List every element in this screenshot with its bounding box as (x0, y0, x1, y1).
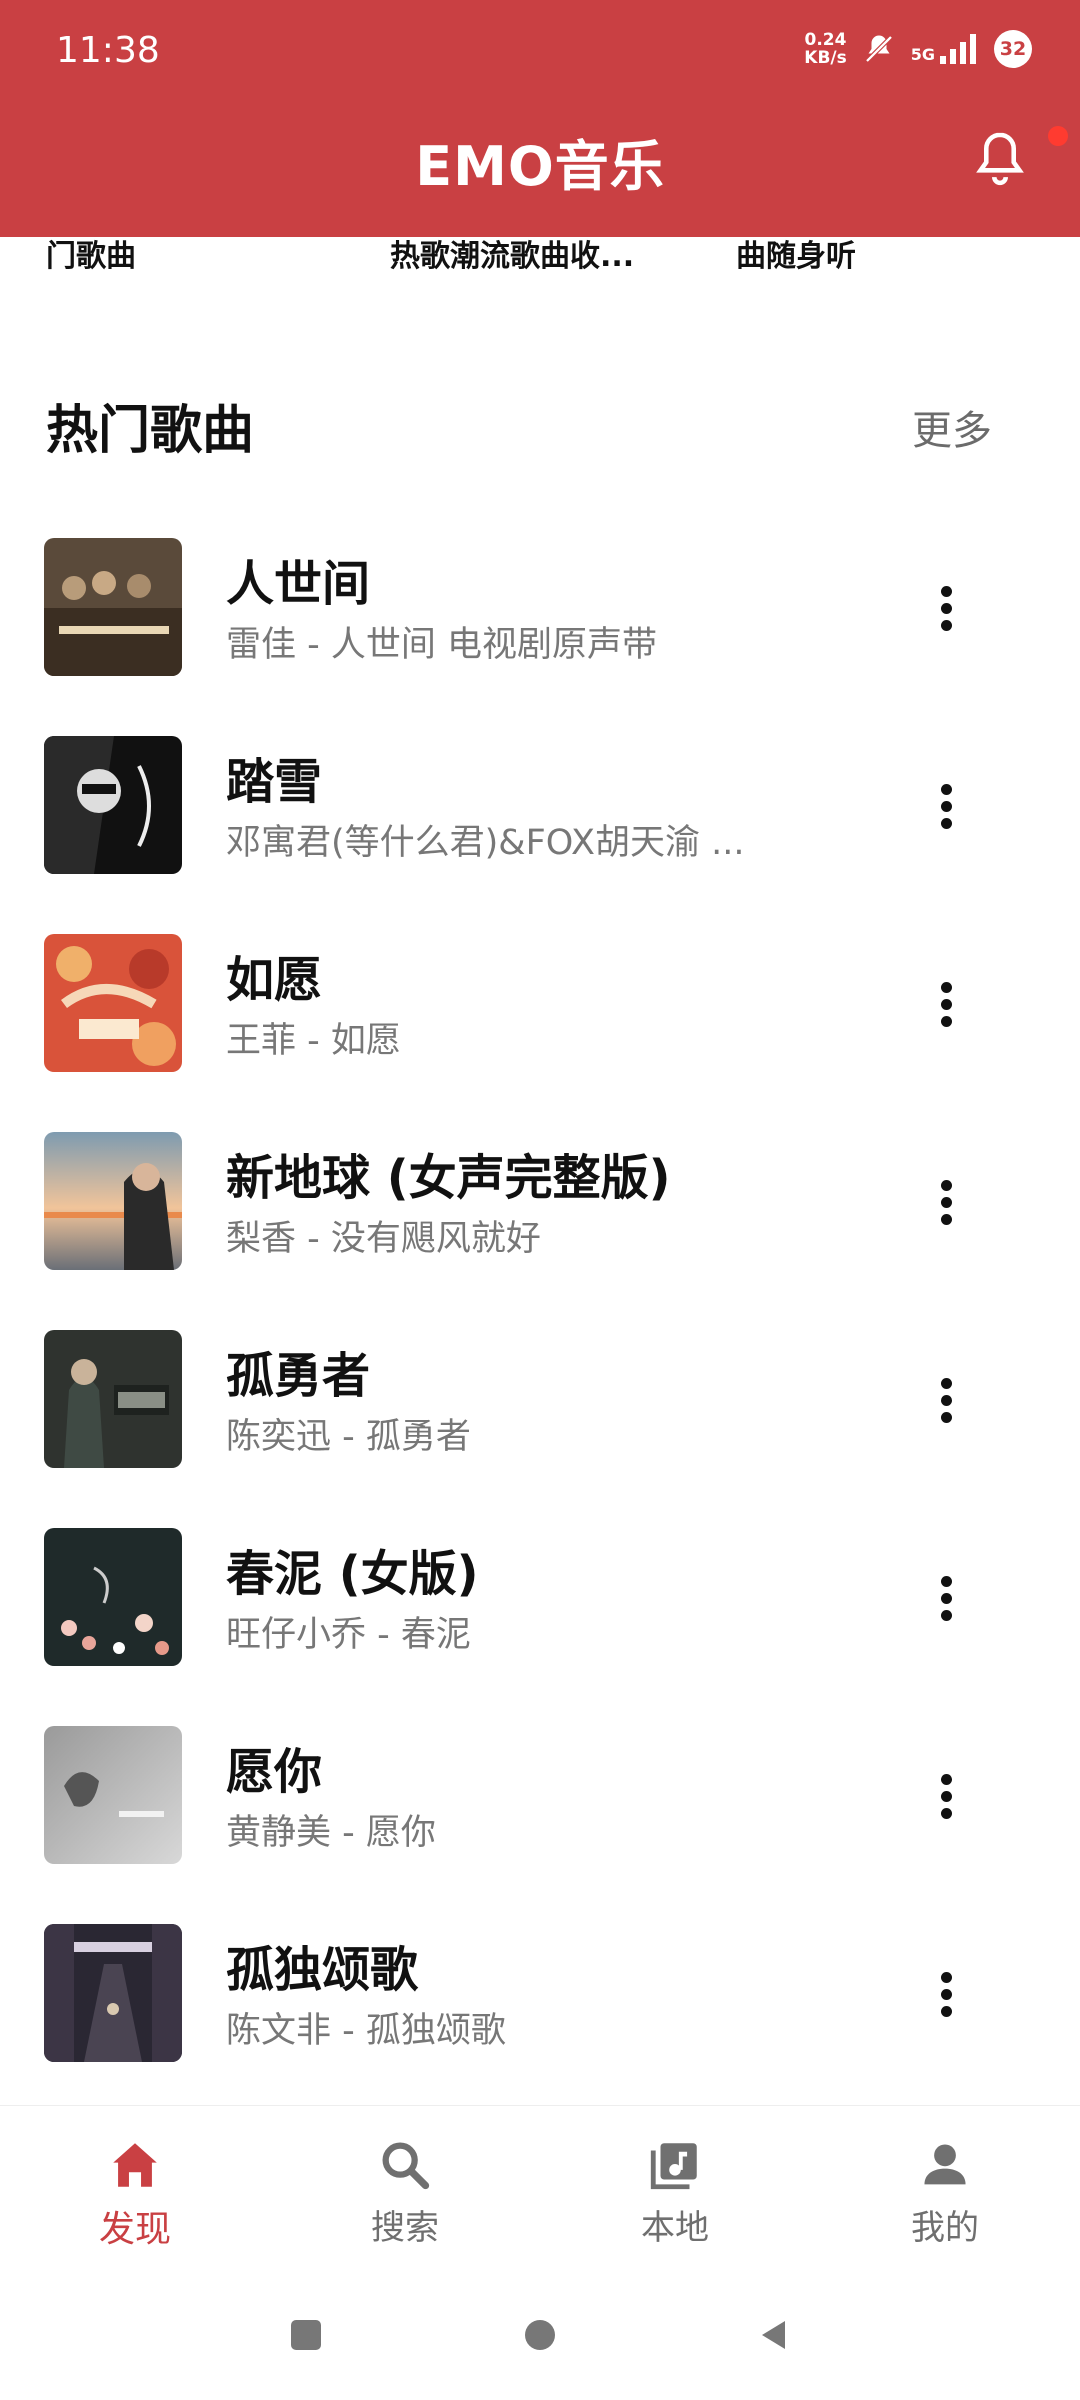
song-subtitle: 梨香 - 没有飓风就好 (226, 1219, 541, 1259)
song-title: 孤独颂歌 (226, 1942, 419, 1998)
song-subtitle: 黄静美 - 愿你 (226, 1813, 436, 1853)
song-row[interactable]: 新地球 (女声完整版) 梨香 - 没有飓风就好 (0, 1132, 1080, 1272)
battery-badge: 32 (994, 30, 1032, 68)
more-options-icon[interactable] (916, 578, 976, 638)
network-type: 5G (910, 45, 935, 64)
song-subtitle: 旺仔小乔 - 春泥 (226, 1615, 471, 1655)
song-title: 春泥 (女版) (226, 1546, 479, 1602)
song-subtitle: 陈奕迅 - 孤勇者 (226, 1417, 471, 1457)
more-button[interactable]: 更多 (912, 398, 992, 456)
song-title: 如愿 (226, 952, 323, 1008)
song-row[interactable]: 人世间 雷佳 - 人世间 电视剧原声带 (0, 538, 1080, 678)
more-options-icon[interactable] (916, 1766, 976, 1826)
playlist-card-title: 热歌潮流歌曲收... (390, 239, 635, 274)
song-row[interactable]: 愿你 黄静美 - 愿你 (0, 1726, 1080, 1866)
home-icon (113, 2143, 157, 2187)
tab-label: 本地 (641, 2208, 709, 2248)
album-cover (44, 1330, 182, 1468)
more-options-icon[interactable] (916, 1370, 976, 1430)
net-speed: 0.24 KB/s (804, 31, 846, 67)
album-cover (44, 934, 182, 1072)
tab-mine[interactable]: 我的 (855, 2136, 1035, 2249)
net-speed-value: 0.24 (804, 30, 847, 50)
tab-local[interactable]: 本地 (585, 2136, 765, 2249)
song-title: 新地球 (女声完整版) (226, 1150, 671, 1206)
signal-icon: 5G (911, 34, 980, 64)
song-title: 孤勇者 (226, 1348, 371, 1404)
more-options-icon[interactable] (916, 1964, 976, 2024)
album-cover (44, 1726, 182, 1864)
tab-label: 发现 (98, 2209, 171, 2250)
status-icons: 0.24 KB/s 5G 32 (804, 30, 1032, 68)
song-row[interactable]: 孤独颂歌 陈文非 - 孤独颂歌 (0, 1924, 1080, 2064)
status-time: 11:38 (56, 30, 160, 71)
song-title: 愿你 (226, 1744, 323, 1800)
playlist-card-title: 门歌曲 (46, 239, 136, 274)
song-title: 人世间 (226, 556, 371, 612)
section-title-hot-songs: 热门歌曲 (46, 401, 255, 461)
person-icon (924, 2144, 966, 2185)
recent-apps-button[interactable] (289, 2318, 323, 2352)
music-library-icon (650, 2143, 697, 2190)
mute-icon (865, 35, 893, 63)
notification-dot (1048, 126, 1068, 146)
app-header: 11:38 0.24 KB/s 5G 32 EMO音乐 (0, 0, 1080, 237)
song-row[interactable]: 如愿 王菲 - 如愿 (0, 934, 1080, 1074)
search-icon (382, 2142, 430, 2190)
more-options-icon[interactable] (916, 1172, 976, 1232)
song-row[interactable]: 春泥 (女版) 旺仔小乔 - 春泥 (0, 1528, 1080, 1668)
album-cover (44, 1528, 182, 1666)
album-cover (44, 1924, 182, 2062)
playlist-card-title: 曲随身听 (736, 239, 856, 274)
more-options-icon[interactable] (916, 974, 976, 1034)
song-row[interactable]: 踏雪 邓寓君(等什么君)&FOX胡天渝 ... (0, 736, 1080, 876)
song-subtitle: 王菲 - 如愿 (226, 1021, 401, 1061)
song-title: 踏雪 (226, 754, 323, 810)
song-subtitle: 雷佳 - 人世间 电视剧原声带 (226, 625, 658, 665)
home-button[interactable] (523, 2318, 557, 2352)
tab-search[interactable]: 搜索 (315, 2136, 495, 2249)
tab-label: 我的 (911, 2208, 979, 2248)
tab-discover[interactable]: 发现 (45, 2136, 225, 2252)
bell-icon[interactable] (972, 128, 1028, 192)
album-cover (44, 1132, 182, 1270)
net-speed-unit: KB/s (804, 48, 847, 68)
bottom-nav: 发现 搜索 本地 我的 (0, 2105, 1080, 2280)
system-nav-bar (0, 2290, 1080, 2400)
album-cover (44, 736, 182, 874)
song-subtitle: 陈文非 - 孤独颂歌 (226, 2011, 506, 2051)
tab-label: 搜索 (371, 2208, 439, 2248)
song-row[interactable]: 孤勇者 陈奕迅 - 孤勇者 (0, 1330, 1080, 1470)
more-options-icon[interactable] (916, 776, 976, 836)
more-options-icon[interactable] (916, 1568, 976, 1628)
back-button[interactable] (757, 2318, 791, 2352)
app-title: EMO音乐 (415, 135, 665, 198)
album-cover (44, 538, 182, 676)
song-subtitle: 邓寓君(等什么君)&FOX胡天渝 ... (226, 823, 745, 863)
